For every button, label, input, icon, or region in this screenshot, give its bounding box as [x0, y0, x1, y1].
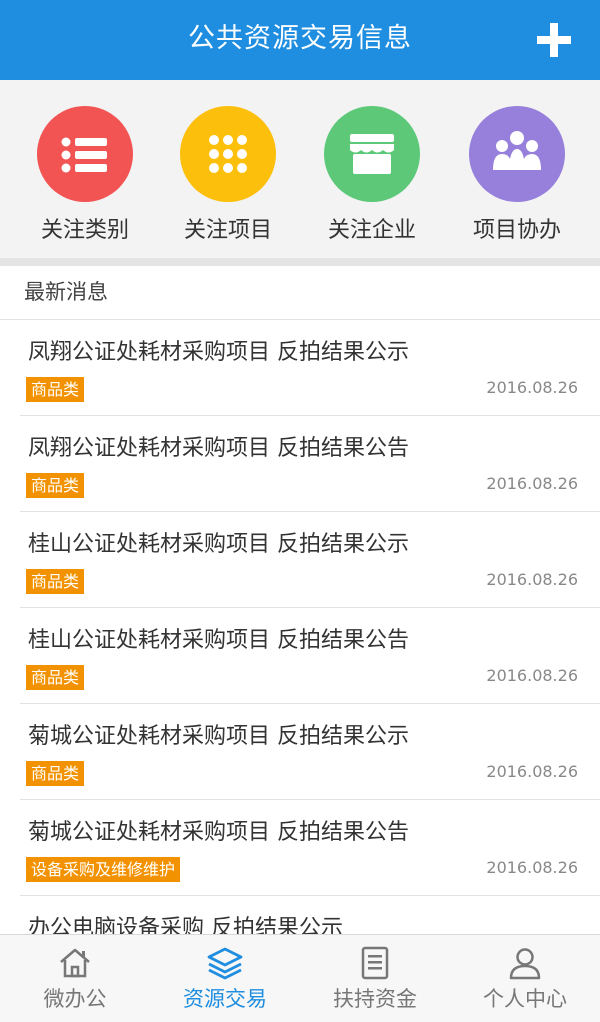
group-people-icon	[469, 106, 565, 202]
item-title: 桂山公证处耗材采购项目 反拍结果公示	[28, 532, 409, 557]
item-date: 2016.08.26	[486, 570, 578, 589]
category-tag: 设备采购及维修维护	[26, 857, 181, 882]
quick-label: 项目协办	[472, 218, 561, 243]
storefront-icon	[324, 106, 420, 202]
item-date: 2016.08.26	[486, 378, 578, 397]
category-tag: 商品类	[26, 569, 85, 594]
list-item[interactable]: 凤翔公证处耗材采购项目 反拍结果公示 商品类 2016.08.26	[20, 320, 600, 416]
quick-follow-company[interactable]: 关注企业	[307, 106, 437, 244]
page-title: 公共资源交易信息	[188, 23, 412, 54]
item-title: 办公电脑设备采购 反拍结果公示	[28, 916, 343, 934]
quick-follow-project[interactable]: 关注项目	[163, 106, 293, 244]
tab-label: 资源交易	[183, 987, 267, 1011]
item-title: 菊城公证处耗材采购项目 反拍结果公告	[28, 820, 409, 845]
section-divider	[0, 258, 600, 266]
item-date: 2016.08.26	[486, 762, 578, 781]
tab-office[interactable]: 微办公	[0, 935, 150, 1022]
item-title: 菊城公证处耗材采购项目 反拍结果公示	[28, 724, 409, 749]
add-icon[interactable]	[534, 20, 574, 60]
item-date: 2016.08.26	[486, 666, 578, 685]
list-icon	[37, 106, 133, 202]
item-date: 2016.08.26	[486, 474, 578, 493]
layers-icon	[207, 947, 243, 980]
category-tag: 商品类	[26, 761, 85, 786]
grid-dots-icon	[180, 106, 276, 202]
tab-support-funds[interactable]: 扶持资金	[300, 935, 450, 1022]
category-tag: 商品类	[26, 377, 85, 402]
category-tag: 商品类	[26, 473, 85, 498]
bottom-tab-bar: 微办公 资源交易 扶持资金 个人中心	[0, 934, 600, 1022]
item-date: 2016.08.26	[486, 858, 578, 877]
list-item[interactable]: 桂山公证处耗材采购项目 反拍结果公告 商品类 2016.08.26	[20, 608, 600, 704]
list-item[interactable]: 菊城公证处耗材采购项目 反拍结果公示 商品类 2016.08.26	[20, 704, 600, 800]
item-title: 凤翔公证处耗材采购项目 反拍结果公示	[28, 340, 409, 365]
quick-actions: 关注类别 关注项目 关注企业 项目协办	[0, 80, 600, 258]
list-item[interactable]: 桂山公证处耗材采购项目 反拍结果公示 商品类 2016.08.26	[20, 512, 600, 608]
list-item[interactable]: 办公电脑设备采购 反拍结果公示	[20, 896, 600, 934]
tab-personal-center[interactable]: 个人中心	[450, 935, 600, 1022]
quick-project-assist[interactable]: 项目协办	[452, 106, 582, 244]
quick-label: 关注企业	[327, 218, 416, 243]
list-item[interactable]: 菊城公证处耗材采购项目 反拍结果公告 设备采购及维修维护 2016.08.26	[20, 800, 600, 896]
section-title: 最新消息	[0, 266, 600, 320]
item-title: 凤翔公证处耗材采购项目 反拍结果公告	[28, 436, 409, 461]
quick-follow-category[interactable]: 关注类别	[20, 106, 150, 244]
tab-label: 扶持资金	[333, 987, 417, 1011]
person-icon	[509, 948, 541, 980]
tab-resource-trading[interactable]: 资源交易	[150, 935, 300, 1022]
quick-label: 关注类别	[40, 218, 129, 243]
quick-label: 关注项目	[183, 218, 272, 243]
top-app-bar: 公共资源交易信息	[0, 0, 600, 80]
latest-news-section: 最新消息 凤翔公证处耗材采购项目 反拍结果公示 商品类 2016.08.26 凤…	[0, 266, 600, 934]
tab-label: 个人中心	[483, 987, 567, 1011]
tab-label: 微办公	[43, 987, 107, 1011]
list-item[interactable]: 凤翔公证处耗材采购项目 反拍结果公告 商品类 2016.08.26	[20, 416, 600, 512]
document-icon	[361, 946, 389, 980]
item-title: 桂山公证处耗材采购项目 反拍结果公告	[28, 628, 409, 653]
home-icon	[60, 948, 90, 978]
category-tag: 商品类	[26, 665, 85, 690]
